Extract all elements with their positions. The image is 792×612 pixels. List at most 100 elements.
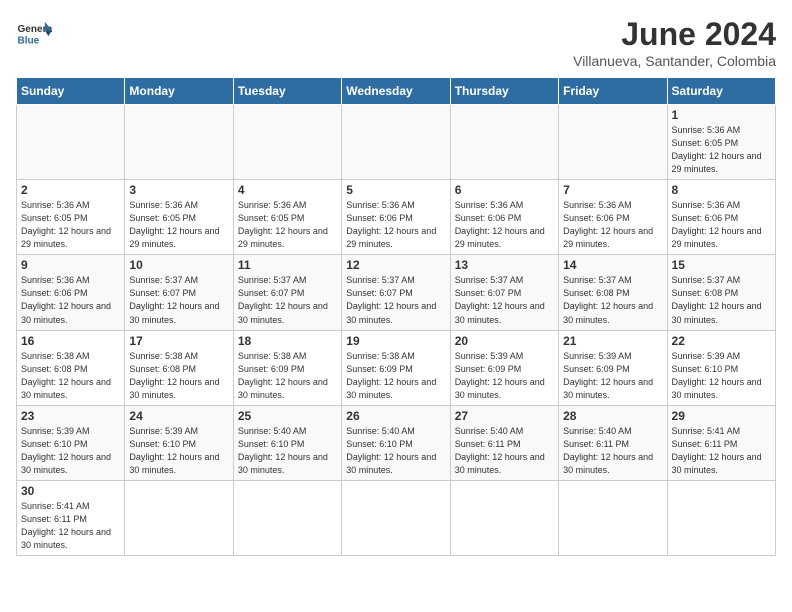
calendar-day [233,480,341,555]
header: General Blue June 2024 Villanueva, Santa… [16,16,776,69]
day-number: 20 [455,334,554,348]
day-info: Sunrise: 5:37 AM Sunset: 6:07 PM Dayligh… [238,274,337,326]
calendar-day [342,105,450,180]
calendar-day [17,105,125,180]
day-number: 28 [563,409,662,423]
calendar-day [125,105,233,180]
calendar-header: SundayMondayTuesdayWednesdayThursdayFrid… [17,78,776,105]
day-number: 16 [21,334,120,348]
day-info: Sunrise: 5:37 AM Sunset: 6:08 PM Dayligh… [672,274,771,326]
day-number: 29 [672,409,771,423]
day-number: 21 [563,334,662,348]
day-number: 23 [21,409,120,423]
calendar-week-5: 30 Sunrise: 5:41 AM Sunset: 6:11 PM Dayli… [17,480,776,555]
day-number: 1 [672,108,771,122]
day-info: Sunrise: 5:36 AM Sunset: 6:06 PM Dayligh… [346,199,445,251]
day-info: Sunrise: 5:36 AM Sunset: 6:06 PM Dayligh… [563,199,662,251]
calendar-day: 19 Sunrise: 5:38 AM Sunset: 6:09 PM Dayli… [342,330,450,405]
day-info: Sunrise: 5:38 AM Sunset: 6:08 PM Dayligh… [129,350,228,402]
day-info: Sunrise: 5:37 AM Sunset: 6:07 PM Dayligh… [346,274,445,326]
calendar-day: 11 Sunrise: 5:37 AM Sunset: 6:07 PM Dayli… [233,255,341,330]
day-info: Sunrise: 5:36 AM Sunset: 6:05 PM Dayligh… [238,199,337,251]
day-info: Sunrise: 5:38 AM Sunset: 6:09 PM Dayligh… [346,350,445,402]
calendar-day [559,480,667,555]
calendar-day: 30 Sunrise: 5:41 AM Sunset: 6:11 PM Dayli… [17,480,125,555]
calendar-day: 10 Sunrise: 5:37 AM Sunset: 6:07 PM Dayli… [125,255,233,330]
calendar-day: 12 Sunrise: 5:37 AM Sunset: 6:07 PM Dayli… [342,255,450,330]
location: Villanueva, Santander, Colombia [573,53,776,69]
day-info: Sunrise: 5:41 AM Sunset: 6:11 PM Dayligh… [672,425,771,477]
day-number: 10 [129,258,228,272]
calendar-day [342,480,450,555]
calendar-day: 6Sunrise: 5:36 AM Sunset: 6:06 PM Daylig… [450,180,558,255]
calendar-day: 17Sunrise: 5:38 AM Sunset: 6:08 PM Dayli… [125,330,233,405]
day-number: 26 [346,409,445,423]
day-number: 25 [238,409,337,423]
calendar-body: 1 Sunrise: 5:36 AM Sunset: 6:05 PM Daylig… [17,105,776,556]
calendar-day: 29 Sunrise: 5:41 AM Sunset: 6:11 PM Dayli… [667,405,775,480]
calendar-day: 7Sunrise: 5:36 AM Sunset: 6:06 PM Daylig… [559,180,667,255]
calendar-day: 25 Sunrise: 5:40 AM Sunset: 6:10 PM Dayli… [233,405,341,480]
day-info: Sunrise: 5:37 AM Sunset: 6:08 PM Dayligh… [563,274,662,326]
day-info: Sunrise: 5:39 AM Sunset: 6:10 PM Dayligh… [129,425,228,477]
day-info: Sunrise: 5:39 AM Sunset: 6:10 PM Dayligh… [21,425,120,477]
day-number: 30 [21,484,120,498]
header-cell-monday: Monday [125,78,233,105]
day-number: 12 [346,258,445,272]
month-title: June 2024 [573,16,776,53]
day-number: 19 [346,334,445,348]
day-number: 13 [455,258,554,272]
day-number: 9 [21,258,120,272]
logo-icon: General Blue [16,16,52,52]
day-number: 2 [21,183,120,197]
day-info: Sunrise: 5:38 AM Sunset: 6:09 PM Dayligh… [238,350,337,402]
header-cell-saturday: Saturday [667,78,775,105]
calendar-day [450,480,558,555]
day-info: Sunrise: 5:36 AM Sunset: 6:06 PM Dayligh… [455,199,554,251]
day-info: Sunrise: 5:36 AM Sunset: 6:05 PM Dayligh… [129,199,228,251]
calendar-day: 13 Sunrise: 5:37 AM Sunset: 6:07 PM Dayli… [450,255,558,330]
day-info: Sunrise: 5:36 AM Sunset: 6:06 PM Dayligh… [21,274,120,326]
calendar-day: 2 Sunrise: 5:36 AM Sunset: 6:05 PM Daylig… [17,180,125,255]
title-area: June 2024 Villanueva, Santander, Colombi… [573,16,776,69]
calendar-day: 9 Sunrise: 5:36 AM Sunset: 6:06 PM Daylig… [17,255,125,330]
header-cell-thursday: Thursday [450,78,558,105]
day-info: Sunrise: 5:41 AM Sunset: 6:11 PM Dayligh… [21,500,120,552]
calendar-day: 1 Sunrise: 5:36 AM Sunset: 6:05 PM Daylig… [667,105,775,180]
day-number: 15 [672,258,771,272]
day-number: 11 [238,258,337,272]
calendar-day: 22 Sunrise: 5:39 AM Sunset: 6:10 PM Dayli… [667,330,775,405]
day-number: 14 [563,258,662,272]
day-number: 4 [238,183,337,197]
day-info: Sunrise: 5:39 AM Sunset: 6:10 PM Dayligh… [672,350,771,402]
day-info: Sunrise: 5:37 AM Sunset: 6:07 PM Dayligh… [129,274,228,326]
day-number: 24 [129,409,228,423]
calendar-day: 28Sunrise: 5:40 AM Sunset: 6:11 PM Dayli… [559,405,667,480]
header-cell-wednesday: Wednesday [342,78,450,105]
day-info: Sunrise: 5:36 AM Sunset: 6:05 PM Dayligh… [672,124,771,176]
day-info: Sunrise: 5:40 AM Sunset: 6:10 PM Dayligh… [346,425,445,477]
header-cell-tuesday: Tuesday [233,78,341,105]
calendar-week-3: 16 Sunrise: 5:38 AM Sunset: 6:08 PM Dayli… [17,330,776,405]
logo: General Blue [16,16,52,52]
day-info: Sunrise: 5:40 AM Sunset: 6:10 PM Dayligh… [238,425,337,477]
calendar-day: 4 Sunrise: 5:36 AM Sunset: 6:05 PM Daylig… [233,180,341,255]
calendar-day: 26 Sunrise: 5:40 AM Sunset: 6:10 PM Dayli… [342,405,450,480]
svg-text:Blue: Blue [17,35,39,46]
calendar-day: 18Sunrise: 5:38 AM Sunset: 6:09 PM Dayli… [233,330,341,405]
calendar-table: SundayMondayTuesdayWednesdayThursdayFrid… [16,77,776,556]
day-info: Sunrise: 5:38 AM Sunset: 6:08 PM Dayligh… [21,350,120,402]
calendar-day: 3 Sunrise: 5:36 AM Sunset: 6:05 PM Daylig… [125,180,233,255]
day-number: 3 [129,183,228,197]
calendar-day [667,480,775,555]
calendar-week-2: 9 Sunrise: 5:36 AM Sunset: 6:06 PM Daylig… [17,255,776,330]
day-number: 27 [455,409,554,423]
calendar-day [559,105,667,180]
day-info: Sunrise: 5:36 AM Sunset: 6:05 PM Dayligh… [21,199,120,251]
day-number: 22 [672,334,771,348]
day-info: Sunrise: 5:37 AM Sunset: 6:07 PM Dayligh… [455,274,554,326]
calendar-day: 15 Sunrise: 5:37 AM Sunset: 6:08 PM Dayli… [667,255,775,330]
calendar-day: 14 Sunrise: 5:37 AM Sunset: 6:08 PM Dayli… [559,255,667,330]
calendar-week-4: 23 Sunrise: 5:39 AM Sunset: 6:10 PM Dayli… [17,405,776,480]
calendar-day [125,480,233,555]
